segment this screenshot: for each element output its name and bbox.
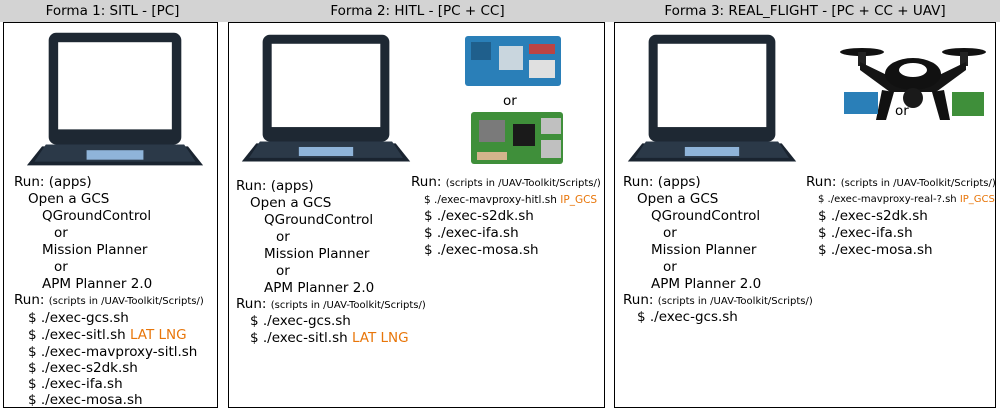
form3-cc-cmd-mosa: $ ./exec-mosa.sh (818, 242, 933, 258)
form3-title: Forma 3: REAL_FLIGHT - [PC + CC + UAV] (610, 0, 1000, 22)
form3-app-apm: APM Planner 2.0 (651, 276, 762, 292)
form3-cc-cmd-ifa: $ ./exec-ifa.sh (818, 225, 913, 241)
form1-laptop-icon (26, 32, 204, 166)
form3-app-or: or (663, 225, 677, 241)
form2-run-scripts: Run: (scripts in /UAV-Toolkit/Scripts/) (236, 296, 426, 312)
form1-scripts-note: (scripts in /UAV-Toolkit/Scripts/) (48, 296, 204, 307)
form3-laptop-icon (627, 34, 797, 162)
form1-app-or: or (54, 225, 68, 241)
form2-app-apm: APM Planner 2.0 (264, 280, 375, 296)
form2-app-or: or (276, 229, 290, 245)
form3-cc-scripts-note: (scripts in /UAV-Toolkit/Scripts/) (840, 178, 996, 189)
form3-cmd-gcs: $ ./exec-gcs.sh (637, 309, 738, 325)
form1-run-scripts: Run: (scripts in /UAV-Toolkit/Scripts/) (14, 292, 204, 308)
form1-cmd-mavproxy: $ ./exec-mavproxy-sitl.sh (28, 344, 198, 360)
form2-cc-scripts-note: (scripts in /UAV-Toolkit/Scripts/) (445, 178, 601, 189)
form1-app-or2: or (54, 259, 68, 275)
form1-cmd-s2dk: $ ./exec-s2dk.sh (28, 360, 138, 376)
form2-scripts-note: (scripts in /UAV-Toolkit/Scripts/) (270, 300, 426, 311)
form3-cc-cmd-mavproxy: $ ./exec-mavproxy-real-?.sh IP_GCS (818, 194, 995, 205)
form1-cmd-mosa: $ ./exec-mosa.sh (28, 392, 143, 408)
form2-cc-cmd-s2dk: $ ./exec-s2dk.sh (424, 208, 534, 224)
form2-cc-board-green-icon (471, 112, 563, 164)
form3-cc-or: or (895, 103, 909, 119)
form3-app-mp: Mission Planner (651, 242, 757, 258)
form1-open-gcs: Open a GCS (28, 191, 110, 207)
form1-title: Forma 1: SITL - [PC] (0, 0, 225, 22)
form2-cmd-sitl: $ ./exec-sitl.sh LAT LNG (250, 330, 409, 346)
form1-cmd-gcs: $ ./exec-gcs.sh (28, 310, 129, 326)
form2-app-mp: Mission Planner (264, 246, 370, 262)
form1-cmd-ifa: $ ./exec-ifa.sh (28, 376, 123, 392)
form2-cmd-gcs: $ ./exec-gcs.sh (250, 313, 351, 329)
form1-app-apm: APM Planner 2.0 (42, 276, 153, 292)
form2-app-qgc: QGroundControl (264, 212, 374, 228)
form3-cc-run: Run: (scripts in /UAV-Toolkit/Scripts/) (806, 174, 996, 190)
form3-app-or2: or (663, 259, 677, 275)
form3-cc-cmd-s2dk: $ ./exec-s2dk.sh (818, 208, 928, 224)
form2-open-gcs: Open a GCS (250, 195, 332, 211)
form2-sitl-args: LAT LNG (351, 330, 409, 346)
form3-run-apps: Run: (apps) (623, 174, 701, 190)
form2-cc-cmd-mosa: $ ./exec-mosa.sh (424, 242, 539, 258)
form2-title: Forma 2: HITL - [PC + CC] (225, 0, 610, 22)
form2-run-apps: Run: (apps) (236, 178, 314, 194)
form1-app-mp: Mission Planner (42, 242, 148, 258)
form2-cc-run: Run: (scripts in /UAV-Toolkit/Scripts/) (411, 174, 601, 190)
form1-app-qgc: QGroundControl (42, 208, 152, 224)
form2-app-or2: or (276, 263, 290, 279)
form3-cc-arg: IP_GCS (959, 194, 995, 205)
form3-open-gcs: Open a GCS (637, 191, 719, 207)
form2-cc-board-blue-icon (465, 36, 561, 86)
form1-cmd-sitl: $ ./exec-sitl.sh LAT LNG (28, 327, 187, 343)
form3-app-qgc: QGroundControl (651, 208, 761, 224)
form1-sitl-args: LAT LNG (129, 327, 187, 343)
form3-run-scripts: Run: (scripts in /UAV-Toolkit/Scripts/) (623, 292, 813, 308)
form2-laptop-icon (241, 34, 411, 162)
form2-cc-or: or (503, 93, 517, 109)
form2-cc-cmd-ifa: $ ./exec-ifa.sh (424, 225, 519, 241)
form2-cc-cmd-mavproxy: $ ./exec-mavproxy-hitl.sh IP_GCS (424, 194, 598, 206)
form3-drone-icon (840, 48, 986, 120)
form3-scripts-note: (scripts in /UAV-Toolkit/Scripts/) (657, 296, 813, 307)
form1-run-apps: Run: (apps) (14, 174, 92, 190)
form2-cc-arg: IP_GCS (560, 194, 598, 206)
